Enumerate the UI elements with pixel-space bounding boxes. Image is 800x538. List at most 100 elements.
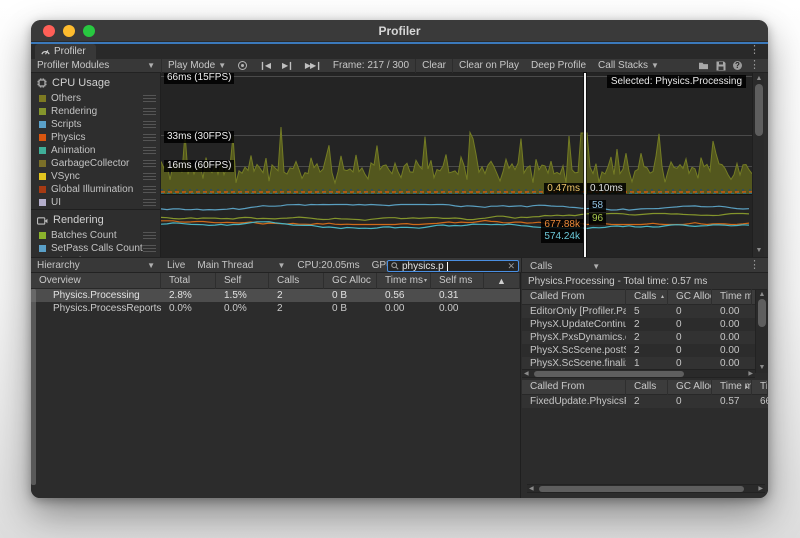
module-counter-batches-count[interactable]: Batches Count bbox=[31, 229, 160, 242]
cpu-usage-chart[interactable]: 66ms (15FPS) 33ms (30FPS) 16ms (60FPS) S… bbox=[161, 73, 752, 195]
live-toggle[interactable]: Live bbox=[161, 257, 191, 273]
scroll-left-icon[interactable]: ◀ bbox=[524, 370, 529, 379]
scrollbar-thumb[interactable] bbox=[534, 371, 684, 377]
module-header-rendering[interactable]: Rendering bbox=[31, 209, 160, 229]
call-stacks-dropdown[interactable]: Call Stacks▼ bbox=[592, 59, 665, 73]
module-counter-global-illumination[interactable]: Global Illumination bbox=[31, 183, 160, 196]
module-counter-others[interactable]: Others bbox=[31, 92, 160, 105]
next-frame-button[interactable]: ▶❙ bbox=[276, 59, 299, 73]
drag-handle-icon[interactable] bbox=[143, 121, 156, 128]
tab-context-menu-icon[interactable]: ⋮ bbox=[749, 45, 760, 56]
drag-handle-icon[interactable] bbox=[143, 173, 156, 180]
module-counter-physics[interactable]: Physics bbox=[31, 131, 160, 144]
scroll-right-icon[interactable]: ▶ bbox=[748, 370, 753, 379]
column-header-calls[interactable]: Calls bbox=[626, 379, 668, 395]
record-button[interactable] bbox=[232, 59, 253, 73]
calling-to-header[interactable]: Called FromCallsGC AllocTime ms▴Ti bbox=[522, 380, 768, 395]
tab-label: Profiler bbox=[54, 46, 86, 57]
column-header-calls[interactable]: Calls bbox=[269, 273, 324, 289]
column-header-time-ms[interactable]: Time ms▾ bbox=[377, 273, 431, 289]
details-context-menu-icon[interactable]: ⋮ bbox=[749, 260, 760, 271]
column-header-self-ms[interactable]: Self ms bbox=[431, 273, 484, 289]
calls-row[interactable]: EditorOnly [Profiler.ParseT500.00 bbox=[522, 305, 768, 318]
chevron-down-icon: ▼ bbox=[277, 261, 285, 270]
called-from-horizontal-scrollbar[interactable]: ◀ ▶ bbox=[522, 369, 755, 378]
module-counter-setpass-calls-count[interactable]: SetPass Calls Count bbox=[31, 242, 160, 255]
scroll-down-icon[interactable]: ▼ bbox=[756, 363, 768, 373]
calls-row[interactable]: PhysX.ScScene.postSolve200.00 bbox=[522, 344, 768, 357]
column-header-self[interactable]: Self bbox=[216, 273, 269, 289]
drag-handle-icon[interactable] bbox=[143, 147, 156, 154]
frame-selection-line[interactable] bbox=[584, 73, 586, 257]
hierarchy-left-scrollbar[interactable] bbox=[31, 289, 36, 485]
calls-row[interactable]: PhysX.ScScene.finalizatic100.00 bbox=[522, 357, 768, 369]
clear-on-play-toggle[interactable]: Clear on Play bbox=[453, 59, 525, 73]
scrollbar-thumb[interactable] bbox=[755, 84, 763, 136]
deep-profile-toggle[interactable]: Deep Profile bbox=[525, 59, 592, 73]
counter-color-swatch bbox=[39, 173, 46, 180]
drag-handle-icon[interactable] bbox=[143, 108, 156, 115]
column-header-time-ms[interactable]: Time ms▴ bbox=[712, 379, 752, 395]
column-header-gc-alloc[interactable]: GC Alloc bbox=[668, 379, 712, 395]
clear-button[interactable]: Clear bbox=[416, 59, 452, 73]
column-header-calls[interactable]: Calls▴ bbox=[626, 289, 668, 305]
module-counter-animation[interactable]: Animation bbox=[31, 144, 160, 157]
scroll-up-icon[interactable]: ▲ bbox=[753, 74, 765, 84]
module-counter-ui[interactable]: UI bbox=[31, 196, 160, 209]
module-header-cpu-usage[interactable]: CPU Usage bbox=[31, 73, 160, 92]
titlebar[interactable]: Profiler bbox=[31, 20, 768, 42]
tab-profiler[interactable]: Profiler bbox=[35, 44, 96, 59]
toolbar-context-menu-icon[interactable]: ⋮ bbox=[749, 60, 760, 71]
search-input[interactable]: physics.p ✕ bbox=[387, 260, 519, 272]
drag-handle-icon[interactable] bbox=[143, 134, 156, 141]
hierarchy-row-physics.processreports[interactable]: Physics.ProcessReports0.0%0.0%20 B0.000.… bbox=[31, 302, 520, 315]
column-header-ti[interactable]: Ti bbox=[752, 379, 768, 395]
column-header-gc-alloc[interactable]: GC Alloc bbox=[324, 273, 377, 289]
called-from-header[interactable]: Called FromCalls▴GC AllocTime msTi bbox=[522, 290, 768, 305]
first-frame-button[interactable]: ❙◀ bbox=[253, 59, 276, 73]
rendering-module-icon bbox=[37, 216, 48, 225]
profiler-modules-dropdown[interactable]: Profiler Modules▼ bbox=[31, 59, 161, 73]
hierarchy-table-header[interactable]: OverviewTotalSelfCallsGC AllocTime ms▾Se… bbox=[31, 273, 520, 289]
current-frame-button[interactable]: ▶▶❙ bbox=[299, 59, 327, 73]
hierarchy-view-dropdown[interactable]: Hierarchy▼ bbox=[31, 257, 161, 273]
panel-horizontal-scrollbar[interactable]: ◀ ▶ bbox=[527, 484, 765, 493]
scroll-left-icon[interactable]: ◀ bbox=[529, 485, 534, 494]
module-counter-vsync[interactable]: VSync bbox=[31, 170, 160, 183]
save-profile-icon[interactable] bbox=[716, 61, 726, 71]
drag-handle-icon[interactable] bbox=[143, 160, 156, 167]
module-counter-scripts[interactable]: Scripts bbox=[31, 118, 160, 131]
hierarchy-row-physics.processing[interactable]: Physics.Processing2.8%1.5%20 B0.560.31 bbox=[31, 289, 520, 302]
column-header-gc-alloc[interactable]: GC Alloc bbox=[668, 289, 712, 305]
column-header-total[interactable]: Total bbox=[161, 273, 216, 289]
thread-dropdown[interactable]: Main Thread▼ bbox=[191, 257, 291, 273]
scrollbar-thumb[interactable] bbox=[539, 486, 744, 492]
scroll-down-icon[interactable]: ▼ bbox=[753, 246, 765, 256]
drag-handle-icon[interactable] bbox=[143, 199, 156, 206]
selection-value-left: 0.47ms bbox=[544, 183, 583, 195]
column-header-overview[interactable]: Overview bbox=[31, 273, 161, 289]
module-counter-rendering[interactable]: Rendering bbox=[31, 105, 160, 118]
drag-handle-icon[interactable] bbox=[143, 95, 156, 102]
calls-row[interactable]: PhysX.UpdateContinuatio200.00 bbox=[522, 318, 768, 331]
clear-search-icon[interactable]: ✕ bbox=[507, 261, 515, 272]
play-mode-dropdown[interactable]: Play Mode▼ bbox=[162, 59, 232, 73]
details-view-dropdown[interactable]: Calls▼ bbox=[521, 258, 608, 274]
column-header-called-from[interactable]: Called From bbox=[522, 379, 626, 395]
calls-row[interactable]: PhysX.PxsDynamics.creat200.00 bbox=[522, 331, 768, 344]
help-icon[interactable]: ? bbox=[733, 61, 742, 70]
column-header-time-ms[interactable]: Time ms bbox=[712, 289, 752, 305]
scroll-right-icon[interactable]: ▶ bbox=[758, 485, 763, 494]
column-header-warnings[interactable]: ▲ bbox=[484, 273, 520, 289]
drag-handle-icon[interactable] bbox=[143, 245, 156, 252]
calls-row[interactable]: FixedUpdate.PhysicsFixec200.5766 bbox=[522, 395, 768, 408]
charts-vertical-scrollbar[interactable]: ▲ ▼ bbox=[752, 73, 764, 257]
rendering-chart[interactable]: 58 96 677.88k 574.24k bbox=[161, 196, 752, 257]
column-header-called-from[interactable]: Called From bbox=[522, 289, 626, 305]
module-counter-garbagecollector[interactable]: GarbageCollector bbox=[31, 157, 160, 170]
drag-handle-icon[interactable] bbox=[143, 186, 156, 193]
load-profile-icon[interactable] bbox=[698, 61, 709, 70]
drag-handle-icon[interactable] bbox=[143, 232, 156, 239]
called-from-vertical-scrollbar[interactable]: ▲ ▼ bbox=[755, 290, 768, 373]
scrollbar-thumb[interactable] bbox=[758, 299, 766, 327]
